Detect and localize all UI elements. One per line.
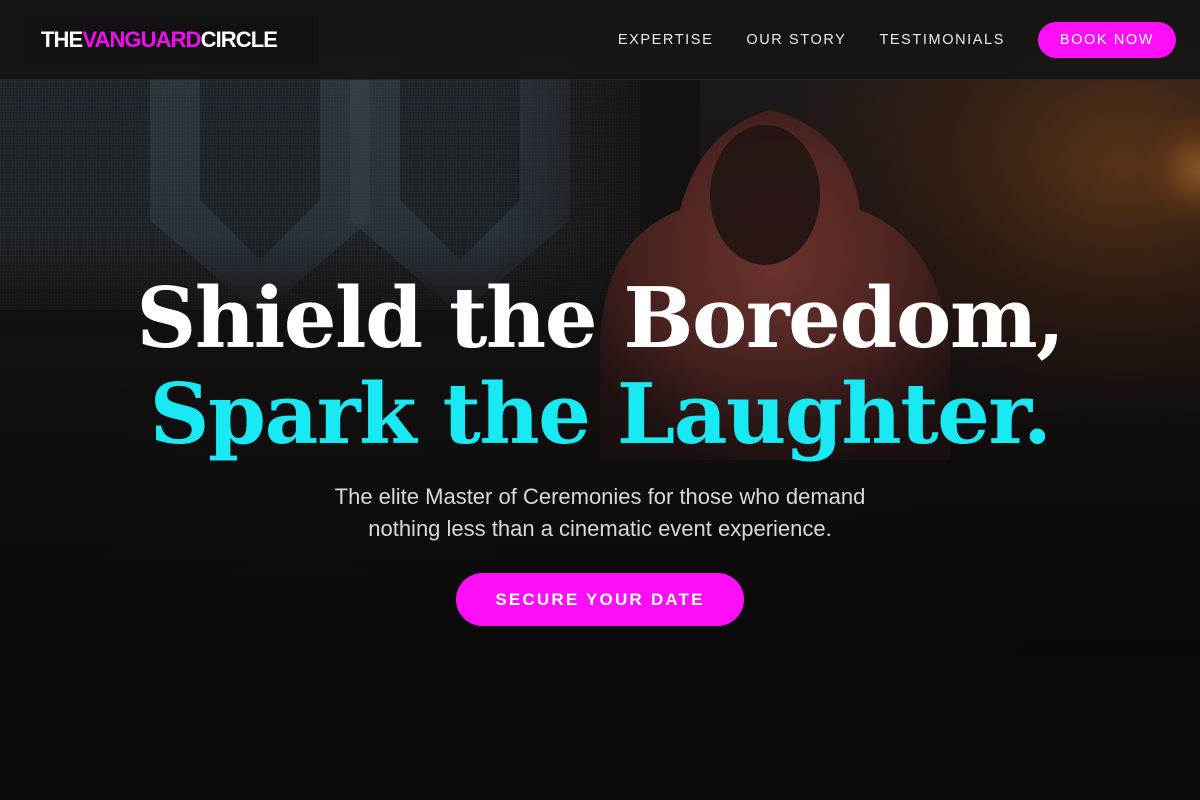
- nav-link-our-story[interactable]: OUR STORY: [746, 32, 846, 48]
- logo-text-vanguard: VANGUARD: [82, 27, 201, 52]
- nav-links: EXPERTISE OUR STORY TESTIMONIALS: [618, 0, 1005, 80]
- hero-subtitle-line1: The elite Master of Ceremonies for those…: [334, 484, 866, 509]
- nav-link-testimonials[interactable]: TESTIMONIALS: [879, 32, 1005, 48]
- hero-title-line2: Spark the Laughter.: [149, 365, 1052, 463]
- top-navbar: THE VANGUARD CIRCLE EXPERTISE OUR STORY …: [0, 0, 1200, 80]
- nav-link-expertise[interactable]: EXPERTISE: [618, 32, 714, 48]
- hero-title: Shield the Boredom, Spark the Laughter.: [0, 270, 1200, 462]
- hero-subtitle: The elite Master of Ceremonies for those…: [250, 481, 950, 545]
- hero-subtitle-line2: nothing less than a cinematic event expe…: [368, 516, 832, 541]
- brand-logo[interactable]: THE VANGUARD CIRCLE: [24, 16, 318, 64]
- secure-your-date-button[interactable]: SECURE YOUR DATE: [456, 573, 744, 626]
- logo-text-circle: CIRCLE: [200, 27, 278, 52]
- book-now-button[interactable]: BOOK NOW: [1038, 22, 1176, 58]
- hero-title-line1: Shield the Boredom,: [136, 269, 1065, 367]
- logo-text-the: THE: [41, 27, 83, 52]
